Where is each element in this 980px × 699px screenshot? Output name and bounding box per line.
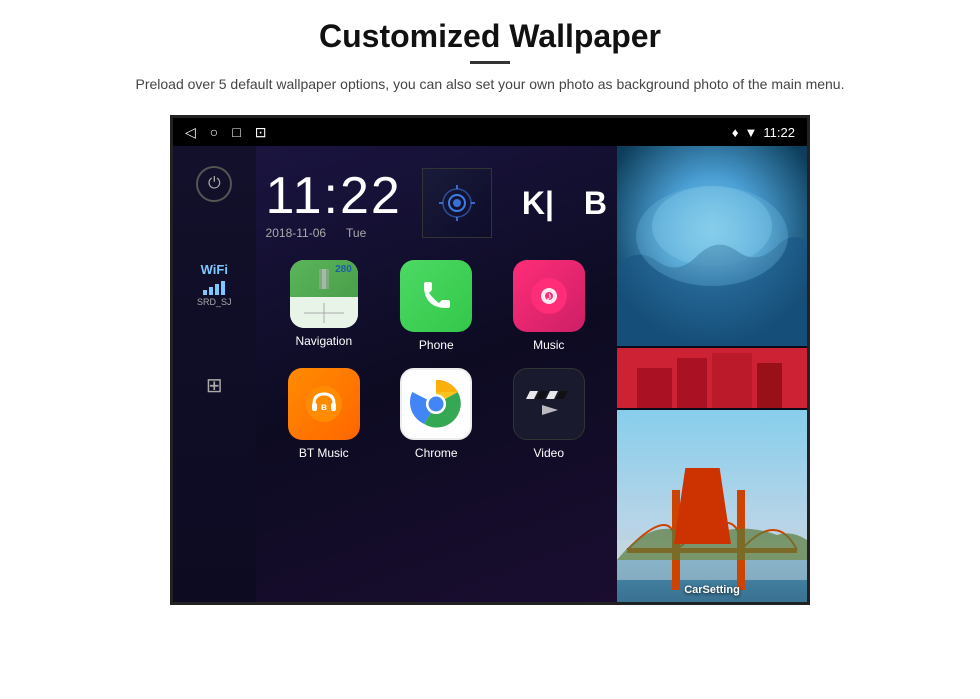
chrome-label: Chrome [415,446,458,460]
kl-label: K| [522,185,554,222]
left-sidebar: ⏻ WiFi SRD_SJ ⊞ [173,146,256,602]
chrome-svg [410,378,462,430]
status-time: 11:22 [763,125,795,140]
music-label: Music [533,338,564,352]
antenna-icon [437,183,477,223]
bt-svg: ʙ [304,384,344,424]
clock-time: 11:22 [266,166,402,226]
wallpaper-golden-gate[interactable]: CarSetting [617,410,807,602]
wifi-label: WiFi [197,262,232,277]
page-title: Customized Wallpaper [60,18,920,55]
wallpaper-building[interactable] [617,348,807,408]
recent-icon[interactable]: □ [232,124,240,140]
status-bar-right: ♦ ▼ 11:22 [732,125,795,140]
wifi-bar-2 [209,287,213,295]
screenshot-icon[interactable]: ⊡ [255,124,267,141]
right-photos-panel: CarSetting [617,146,807,602]
status-bar: ◁ ○ □ ⊡ ♦ ▼ 11:22 [173,118,807,146]
carsetting-label: CarSetting [617,584,807,596]
wifi-bars [197,279,232,295]
wifi-bar-3 [215,284,219,295]
svg-text:♪: ♪ [546,289,552,303]
phone-icon [400,260,472,332]
grid-icon: ⊞ [206,373,223,398]
navigation-icon: 280 [290,260,358,328]
app-navigation[interactable]: 280 Navigation [276,260,372,352]
music-svg: ♪ [529,276,569,316]
location-icon: ♦ [732,125,739,140]
map-grid-svg [304,303,344,323]
app-phone[interactable]: Phone [388,260,484,352]
bt-music-label: BT Music [299,446,349,460]
wallpaper-ice-cave[interactable] [617,146,807,346]
wifi-bar-4 [221,281,225,295]
app-music[interactable]: ♪ Music [501,260,597,352]
wifi-ssid: SRD_SJ [197,297,232,307]
apps-grid: 280 Navigation Phone [266,260,607,460]
bt-music-icon: ʙ [288,368,360,440]
navigation-label: Navigation [295,334,352,348]
video-label: Video [534,446,564,460]
apps-grid-button[interactable]: ⊞ [196,367,232,403]
power-icon: ⏻ [208,175,221,193]
app-video[interactable]: Video [501,368,597,460]
header-section: Customized Wallpaper Preload over 5 defa… [0,0,980,105]
wifi-status-icon: ▼ [745,125,758,140]
center-area: 11:22 2018-11-06 Tue [256,146,617,602]
day-value: Tue [346,226,366,240]
phone-svg [418,278,454,314]
back-icon[interactable]: ◁ [185,124,196,141]
home-icon[interactable]: ○ [210,124,218,140]
clock-date: 2018-11-06 Tue [266,226,402,240]
page-subtitle: Preload over 5 default wallpaper options… [60,74,920,95]
screen-wrapper: ◁ ○ □ ⊡ ♦ ▼ 11:22 ⏻ WiFi [0,115,980,605]
ice-cave-svg [617,146,807,346]
music-icon: ♪ [513,260,585,332]
power-button[interactable]: ⏻ [196,166,232,202]
video-icon-el [513,368,585,440]
android-screen: ◁ ○ □ ⊡ ♦ ▼ 11:22 ⏻ WiFi [170,115,810,605]
golden-gate-svg [617,410,807,602]
video-svg [524,379,574,429]
antenna-widget[interactable] [422,168,492,238]
app-chrome[interactable]: Chrome [388,368,484,460]
clock-widget: 11:22 2018-11-06 Tue [266,156,607,250]
title-divider [470,61,510,64]
ice-cave-image [617,146,807,346]
building-svg [617,348,807,408]
wifi-widget[interactable]: WiFi SRD_SJ [197,262,232,307]
main-area: ⏻ WiFi SRD_SJ ⊞ [173,146,807,602]
chrome-icon [400,368,472,440]
status-bar-left: ◁ ○ □ ⊡ [185,124,266,141]
app-bt-music[interactable]: ʙ BT Music [276,368,372,460]
b-label: B [584,185,607,222]
phone-label: Phone [419,338,454,352]
svg-text:ʙ: ʙ [321,402,327,413]
wifi-bar-1 [203,290,207,295]
date-value: 2018-11-06 [266,226,327,240]
